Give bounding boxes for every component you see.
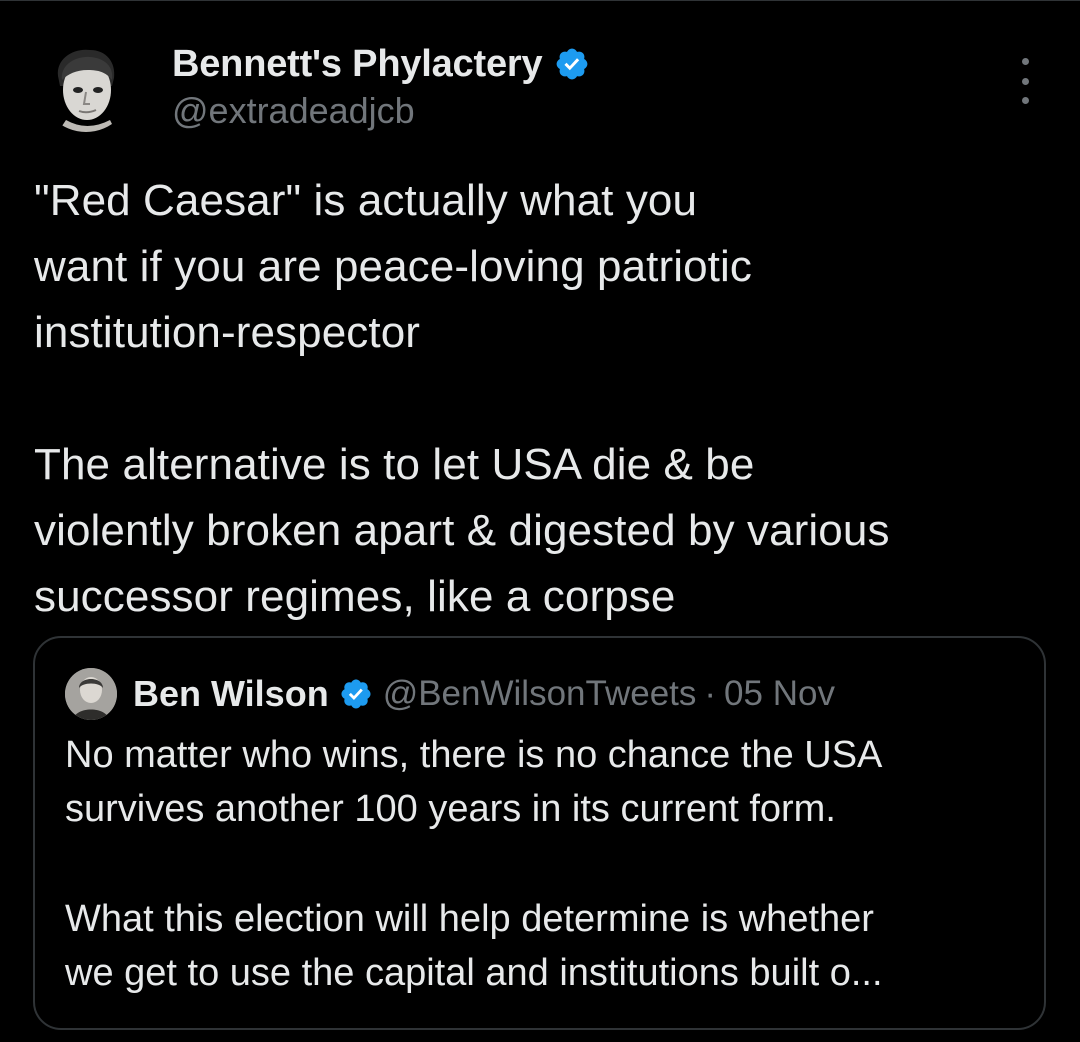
author-name[interactable]: Bennett's Phylactery	[172, 43, 543, 86]
photo-avatar-icon	[65, 668, 117, 720]
quoted-author-name[interactable]: Ben Wilson	[133, 673, 329, 715]
quoted-text-line: What this election will help determine i…	[65, 898, 874, 940]
meta-separator: ·	[704, 674, 717, 713]
portrait-avatar-icon	[40, 40, 132, 132]
verified-badge-icon[interactable]	[339, 677, 373, 711]
quoted-text-line: survives another 100 years in its curren…	[65, 788, 836, 830]
quoted-tweet-header: Ben Wilson @BenWilsonTweets · 05 Nov	[65, 668, 835, 720]
verified-badge-icon[interactable]	[554, 46, 590, 82]
tweet[interactable]: Bennett's Phylactery @extradeadjcb "Red …	[0, 0, 1080, 1042]
tweet-text-line: "Red Caesar" is actually what you	[34, 176, 698, 225]
more-dot	[1021, 97, 1029, 104]
tweet-text-line: violently broken apart & digested by var…	[34, 506, 890, 555]
tweet-text-line: want if you are peace-loving patriotic	[34, 242, 752, 291]
quoted-tweet-date[interactable]: 05 Nov	[724, 674, 835, 714]
tweet-text-line: The alternative is to let USA die & be	[34, 440, 755, 489]
tweet-text-line: institution-respector	[34, 308, 421, 357]
author-handle[interactable]: @extradeadjcb	[172, 90, 415, 132]
more-options-icon[interactable]	[1008, 58, 1042, 104]
quoted-tweet-card[interactable]: Ben Wilson @BenWilsonTweets · 05 Nov No …	[33, 636, 1046, 1030]
quoted-author-handle[interactable]: @BenWilsonTweets	[383, 674, 697, 714]
quoted-author-avatar[interactable]	[65, 668, 117, 720]
author-avatar[interactable]	[40, 40, 132, 132]
quoted-text-line: No matter who wins, there is no chance t…	[65, 734, 883, 776]
quoted-text-line: we get to use the capital and institutio…	[65, 952, 883, 994]
tweet-text: "Red Caesar" is actually what you want i…	[34, 168, 1044, 630]
more-dot	[1021, 77, 1029, 85]
tweet-text-line: successor regimes, like a corpse	[34, 572, 676, 621]
more-dot	[1021, 58, 1029, 65]
quoted-tweet-text: No matter who wins, there is no chance t…	[65, 728, 1025, 1000]
author-name-row: Bennett's Phylactery	[172, 40, 590, 88]
